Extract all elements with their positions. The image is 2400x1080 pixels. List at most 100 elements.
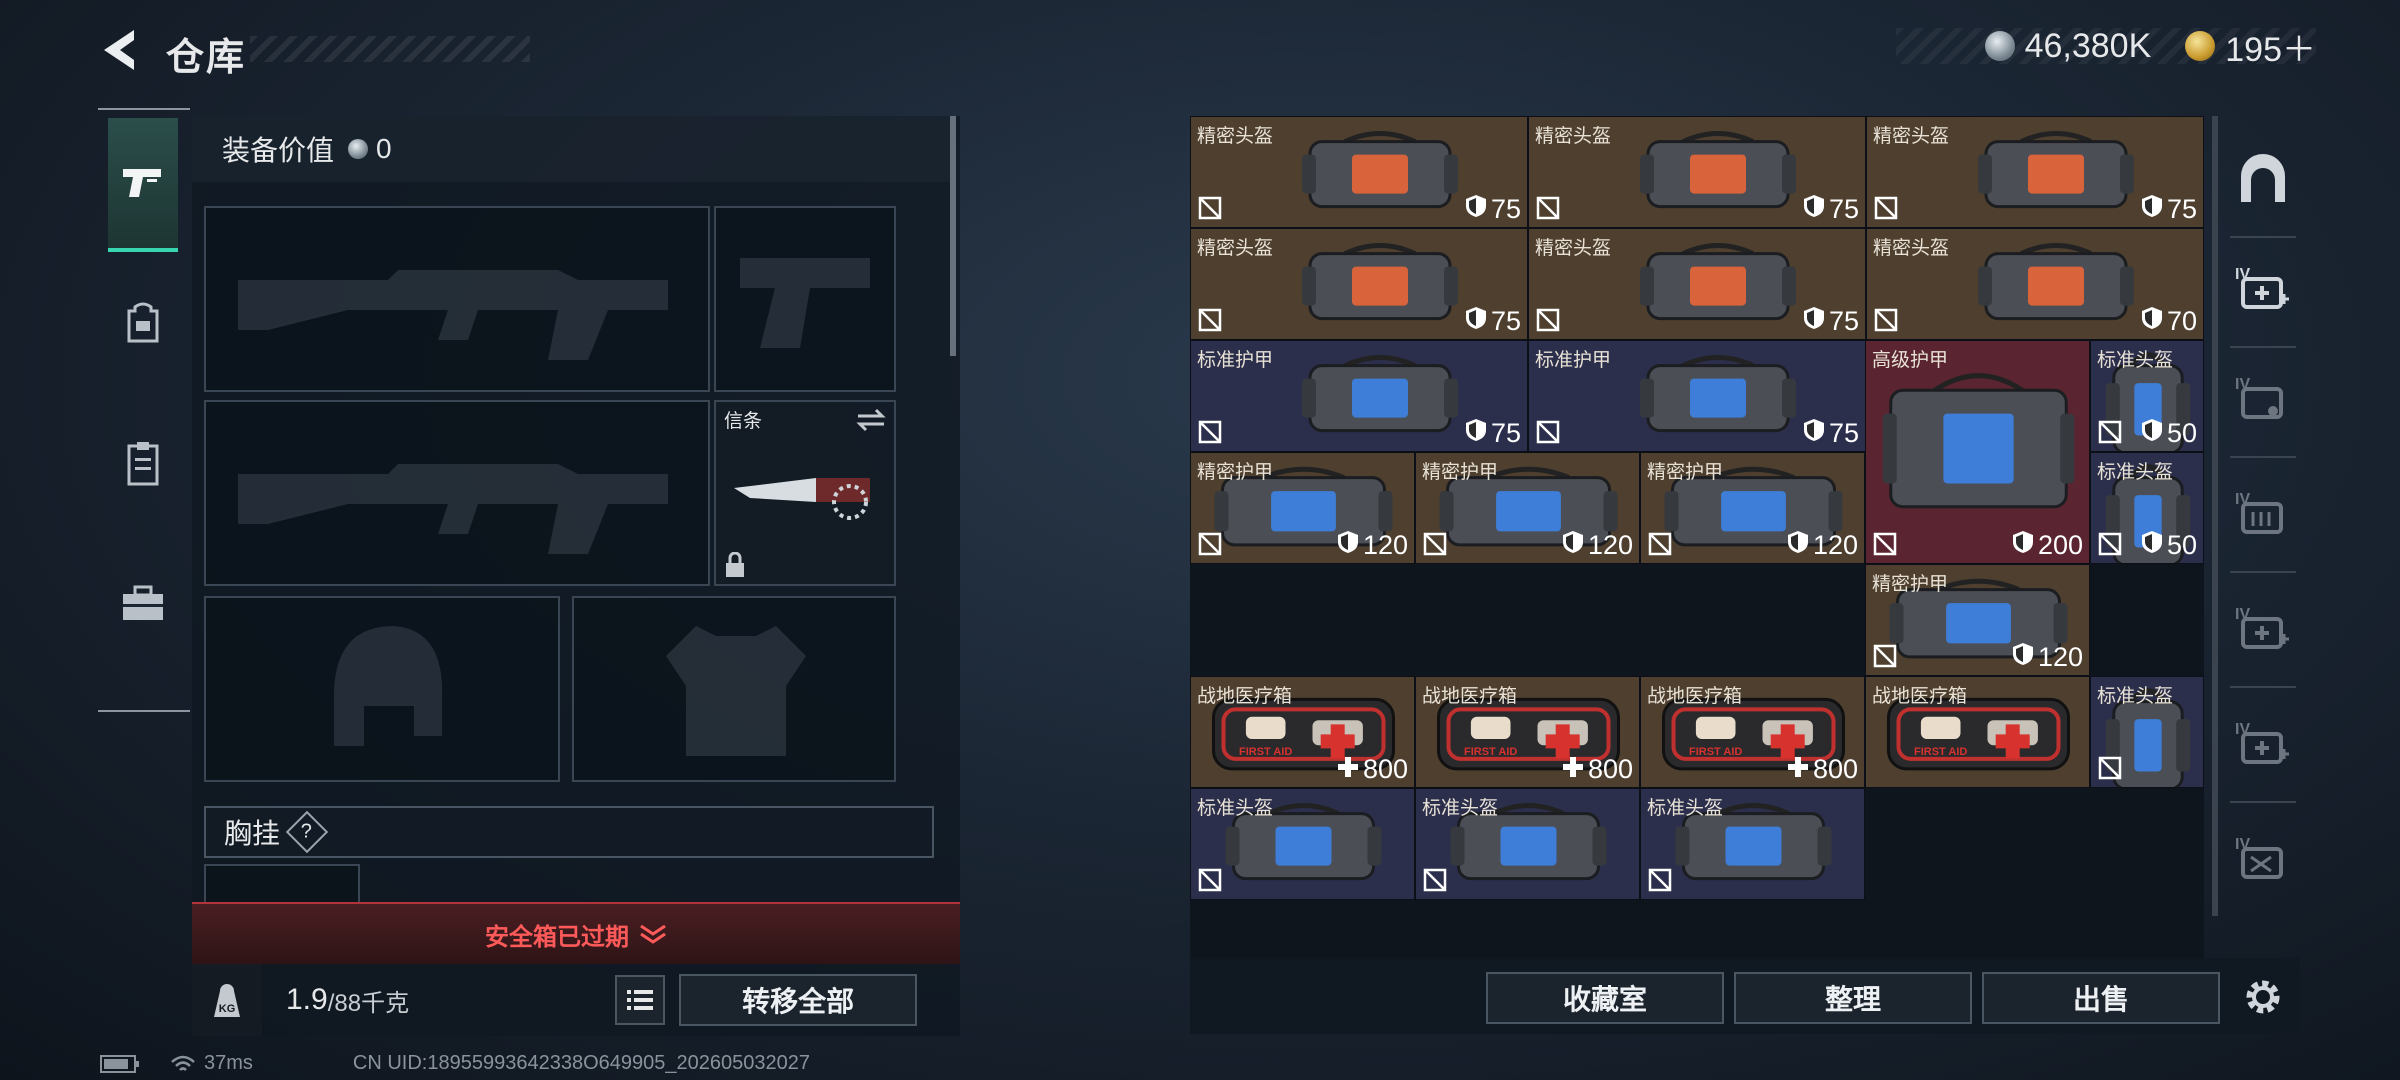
armor-slot[interactable]: [572, 596, 896, 782]
storage-tab[interactable]: IV: [2226, 246, 2300, 336]
help-icon[interactable]: ?: [285, 810, 329, 854]
inventory-item[interactable]: 精密头盔 75: [1528, 228, 1866, 340]
svg-text:KG: KG: [219, 1003, 236, 1015]
tab-case[interactable]: [108, 538, 178, 668]
shield-icon: [1562, 530, 1584, 561]
pistol-slot[interactable]: [714, 206, 896, 392]
inventory-item[interactable]: 标准头盔: [2090, 676, 2204, 788]
item-value: 120: [1587, 530, 1633, 560]
no-insure-icon: [1422, 531, 1448, 557]
inventory-item[interactable]: 精密头盔 75: [1190, 228, 1528, 340]
item-name: 精密头盔: [1197, 238, 1274, 259]
item-name: 标准头盔: [1422, 798, 1499, 819]
no-insure-icon: [1647, 531, 1673, 557]
storage-tab[interactable]: IV: [2226, 701, 2300, 791]
inventory-item[interactable]: 精密头盔 75: [1528, 116, 1866, 228]
no-insure-icon: [1535, 307, 1561, 333]
storage-tab[interactable]: IV: [2226, 356, 2300, 446]
item-name: 精密护甲: [1422, 462, 1499, 483]
rail-divider: [2230, 571, 2296, 573]
ping-readout: 37ms: [204, 1052, 253, 1074]
storage-tabs-rail: IV IV IV IV IV IV: [2226, 116, 2300, 956]
secondary-weapon-slot[interactable]: [204, 400, 710, 586]
tab-vest[interactable]: [108, 398, 178, 528]
inventory-item[interactable]: 精密头盔 75: [1190, 116, 1528, 228]
item-value: 120: [1812, 530, 1858, 560]
item-durability: 75: [1465, 306, 1521, 337]
shield-icon: [1465, 418, 1487, 449]
sell-button[interactable]: 出售: [1982, 972, 2220, 1024]
swap-arrows-icon[interactable]: [856, 408, 886, 432]
primary-weapon-slot[interactable]: [204, 206, 710, 392]
duffel-bag-orange-icon: [1618, 229, 1818, 339]
back-arrow-icon: [104, 30, 134, 70]
inventory-item[interactable]: 精密护甲 120: [1415, 452, 1640, 564]
item-value: 200: [2037, 530, 2083, 560]
item-durability: 800: [1337, 754, 1408, 785]
inventory-scrollbar[interactable]: [2212, 116, 2218, 916]
gear-icon: [2246, 980, 2280, 1014]
inventory-item[interactable]: 标准护甲 75: [1528, 340, 1866, 452]
item-value: 75: [1828, 306, 1859, 336]
inventory-item[interactable]: FIRST AID 战地医疗箱 800: [1415, 676, 1640, 788]
storage-tab[interactable]: [2226, 136, 2300, 226]
item-name: 标准头盔: [1647, 798, 1724, 819]
inventory-footer: 收藏室 整理 出售: [1190, 958, 2300, 1034]
inventory-item[interactable]: 标准头盔 50: [2090, 340, 2204, 452]
rifle-silhouette-icon: [238, 464, 668, 554]
currency-premium-amount[interactable]: 195＋: [2225, 22, 2316, 71]
loadout-scrollbar[interactable]: [950, 116, 956, 356]
shield-icon: [2012, 642, 2034, 673]
duffel-bag-blue-icon: [1280, 341, 1480, 451]
rifle-silhouette-icon: [238, 270, 668, 360]
storage-tab[interactable]: IV: [2226, 586, 2300, 676]
item-value: 75: [2166, 194, 2197, 224]
no-insure-icon: [1647, 867, 1673, 893]
inventory-item[interactable]: 精密护甲 120: [1190, 452, 1415, 564]
storage-tab[interactable]: IV: [2226, 816, 2300, 906]
shield-icon: [1465, 306, 1487, 337]
tab-backpack[interactable]: [108, 258, 178, 388]
inventory-item[interactable]: 精密护甲 120: [1640, 452, 1865, 564]
inventory-item[interactable]: FIRST AID 战地医疗箱: [1865, 676, 2090, 788]
item-name: 精密护甲: [1647, 462, 1724, 483]
helmet-slot[interactable]: [204, 596, 560, 782]
inventory-item[interactable]: FIRST AID 战地医疗箱 800: [1640, 676, 1865, 788]
list-view-button[interactable]: [615, 975, 666, 1025]
rail-divider: [2230, 801, 2296, 803]
inventory-item[interactable]: 精密头盔 70: [1866, 228, 2204, 340]
item-value: 120: [2037, 642, 2083, 672]
safe-box-status: 安全箱已过期: [485, 923, 629, 951]
collection-room-button[interactable]: 收藏室: [1486, 972, 1724, 1024]
shield-icon: [2141, 418, 2163, 449]
chest-rig-row[interactable]: 胸挂 ?: [204, 806, 934, 858]
chest-rig-label: 胸挂: [224, 818, 281, 849]
svg-text:FIRST AID: FIRST AID: [1464, 746, 1517, 758]
token-knife-slot[interactable]: 信条: [714, 400, 896, 586]
inventory-item[interactable]: 高级护甲 200: [1865, 340, 2090, 564]
inventory-item[interactable]: 标准头盔: [1190, 788, 1415, 900]
inventory-item[interactable]: FIRST AID 战地医疗箱 800: [1190, 676, 1415, 788]
no-insure-icon: [1197, 867, 1223, 893]
item-name: 标准头盔: [2097, 462, 2174, 483]
shield-icon: [2141, 194, 2163, 225]
inventory-item[interactable]: 标准头盔: [1415, 788, 1640, 900]
item-name: 精密头盔: [1873, 126, 1950, 147]
inventory-item[interactable]: 精密护甲 120: [1865, 564, 2090, 676]
tab-weapons[interactable]: [108, 118, 178, 252]
settings-button[interactable]: [2236, 970, 2290, 1024]
inventory-item[interactable]: 标准护甲 75: [1190, 340, 1528, 452]
organize-button[interactable]: 整理: [1734, 972, 1972, 1024]
chest-rig-slot[interactable]: [204, 864, 360, 904]
safe-box-expired-banner[interactable]: 安全箱已过期: [192, 902, 960, 964]
storage-tab[interactable]: IV: [2226, 471, 2300, 561]
back-button[interactable]: [96, 24, 144, 76]
transfer-all-button[interactable]: 转移全部: [679, 974, 918, 1026]
rail-divider: [2230, 686, 2296, 688]
inventory-item[interactable]: 标准头盔 50: [2090, 452, 2204, 564]
item-durability: 120: [1337, 530, 1408, 561]
item-durability: 75: [1803, 194, 1859, 225]
inventory-item[interactable]: 标准头盔: [1640, 788, 1865, 900]
inventory-item[interactable]: 精密头盔 75: [1866, 116, 2204, 228]
item-name: 战地医疗箱: [1647, 686, 1743, 707]
